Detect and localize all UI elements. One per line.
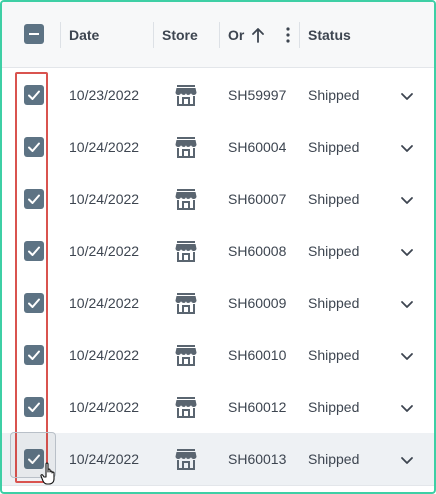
row-status: Shipped [308, 347, 360, 363]
indeterminate-icon [29, 33, 39, 35]
row-order-number: SH60004 [228, 139, 287, 155]
row-date: 10/24/2022 [69, 243, 140, 259]
checkmark-icon [28, 90, 40, 100]
row-date: 10/24/2022 [69, 347, 140, 363]
table-row[interactable]: 10/24/2022 SH60013 Shipped [2, 433, 434, 486]
row-order-number: SH59997 [228, 87, 287, 103]
row-status: Shipped [308, 87, 360, 103]
store-icon [175, 397, 197, 418]
row-checkbox[interactable] [24, 85, 44, 105]
row-order-number: SH60010 [228, 347, 287, 363]
chevron-down-icon[interactable] [399, 244, 415, 260]
table-row[interactable]: 10/24/2022 SH60009 Shipped [2, 277, 434, 330]
column-divider[interactable] [219, 22, 220, 48]
row-status: Shipped [308, 243, 360, 259]
column-divider[interactable] [60, 22, 61, 48]
checkmark-icon [28, 350, 40, 360]
chevron-down-icon[interactable] [399, 296, 415, 312]
orders-table: Date Store Or Status 10/23/2022 SH59997 … [0, 0, 436, 494]
table-row[interactable]: 10/24/2022 SH60004 Shipped [2, 121, 434, 174]
column-menu-icon[interactable] [283, 26, 293, 44]
row-date: 10/23/2022 [69, 87, 140, 103]
row-status: Shipped [308, 139, 360, 155]
row-order-number: SH60009 [228, 295, 287, 311]
chevron-down-icon[interactable] [399, 400, 415, 416]
chevron-down-icon[interactable] [399, 348, 415, 364]
store-icon [175, 137, 197, 158]
row-order-number: SH60013 [228, 451, 287, 467]
column-divider[interactable] [299, 22, 300, 48]
row-order-number: SH60012 [228, 399, 287, 415]
row-checkbox[interactable] [24, 397, 44, 417]
row-date: 10/24/2022 [69, 295, 140, 311]
store-icon [175, 241, 197, 262]
table-row[interactable]: 10/23/2022 SH59997 Shipped [2, 69, 434, 122]
checkmark-icon [28, 142, 40, 152]
column-header-status[interactable]: Status [308, 26, 351, 44]
row-checkbox[interactable] [24, 137, 44, 157]
store-icon [175, 345, 197, 366]
column-header-order[interactable]: Or [228, 26, 244, 44]
table-row[interactable]: 10/24/2022 SH60012 Shipped [2, 381, 434, 434]
table-row[interactable]: 10/24/2022 SH60008 Shipped [2, 225, 434, 278]
store-icon [175, 293, 197, 314]
column-divider[interactable] [153, 22, 154, 48]
column-header-date[interactable]: Date [69, 26, 99, 44]
chevron-down-icon[interactable] [399, 452, 415, 468]
row-checkbox[interactable] [24, 241, 44, 261]
row-date: 10/24/2022 [69, 191, 140, 207]
table-header: Date Store Or Status [2, 2, 434, 68]
row-order-number: SH60007 [228, 191, 287, 207]
checkmark-icon [28, 246, 40, 256]
checkmark-icon [28, 402, 40, 412]
row-checkbox[interactable] [24, 293, 44, 313]
row-date: 10/24/2022 [69, 139, 140, 155]
store-icon [175, 85, 197, 106]
store-icon [175, 449, 197, 470]
hand-cursor-icon [40, 462, 55, 485]
row-order-number: SH60008 [228, 243, 287, 259]
chevron-down-icon[interactable] [399, 88, 415, 104]
row-status: Shipped [308, 399, 360, 415]
row-status: Shipped [308, 295, 360, 311]
table-row[interactable]: 10/24/2022 SH60010 Shipped [2, 329, 434, 382]
chevron-down-icon[interactable] [399, 140, 415, 156]
column-header-store[interactable]: Store [162, 26, 198, 44]
select-all-checkbox[interactable] [24, 24, 44, 44]
row-date: 10/24/2022 [69, 399, 140, 415]
row-status: Shipped [308, 451, 360, 467]
checkmark-icon [28, 298, 40, 308]
chevron-down-icon[interactable] [399, 192, 415, 208]
checkmark-icon [28, 194, 40, 204]
row-checkbox[interactable] [24, 189, 44, 209]
sort-ascending-icon[interactable] [250, 25, 266, 45]
table-row[interactable]: 10/24/2022 SH60007 Shipped [2, 173, 434, 226]
row-date: 10/24/2022 [69, 451, 140, 467]
row-checkbox[interactable] [24, 345, 44, 365]
row-status: Shipped [308, 191, 360, 207]
store-icon [175, 189, 197, 210]
